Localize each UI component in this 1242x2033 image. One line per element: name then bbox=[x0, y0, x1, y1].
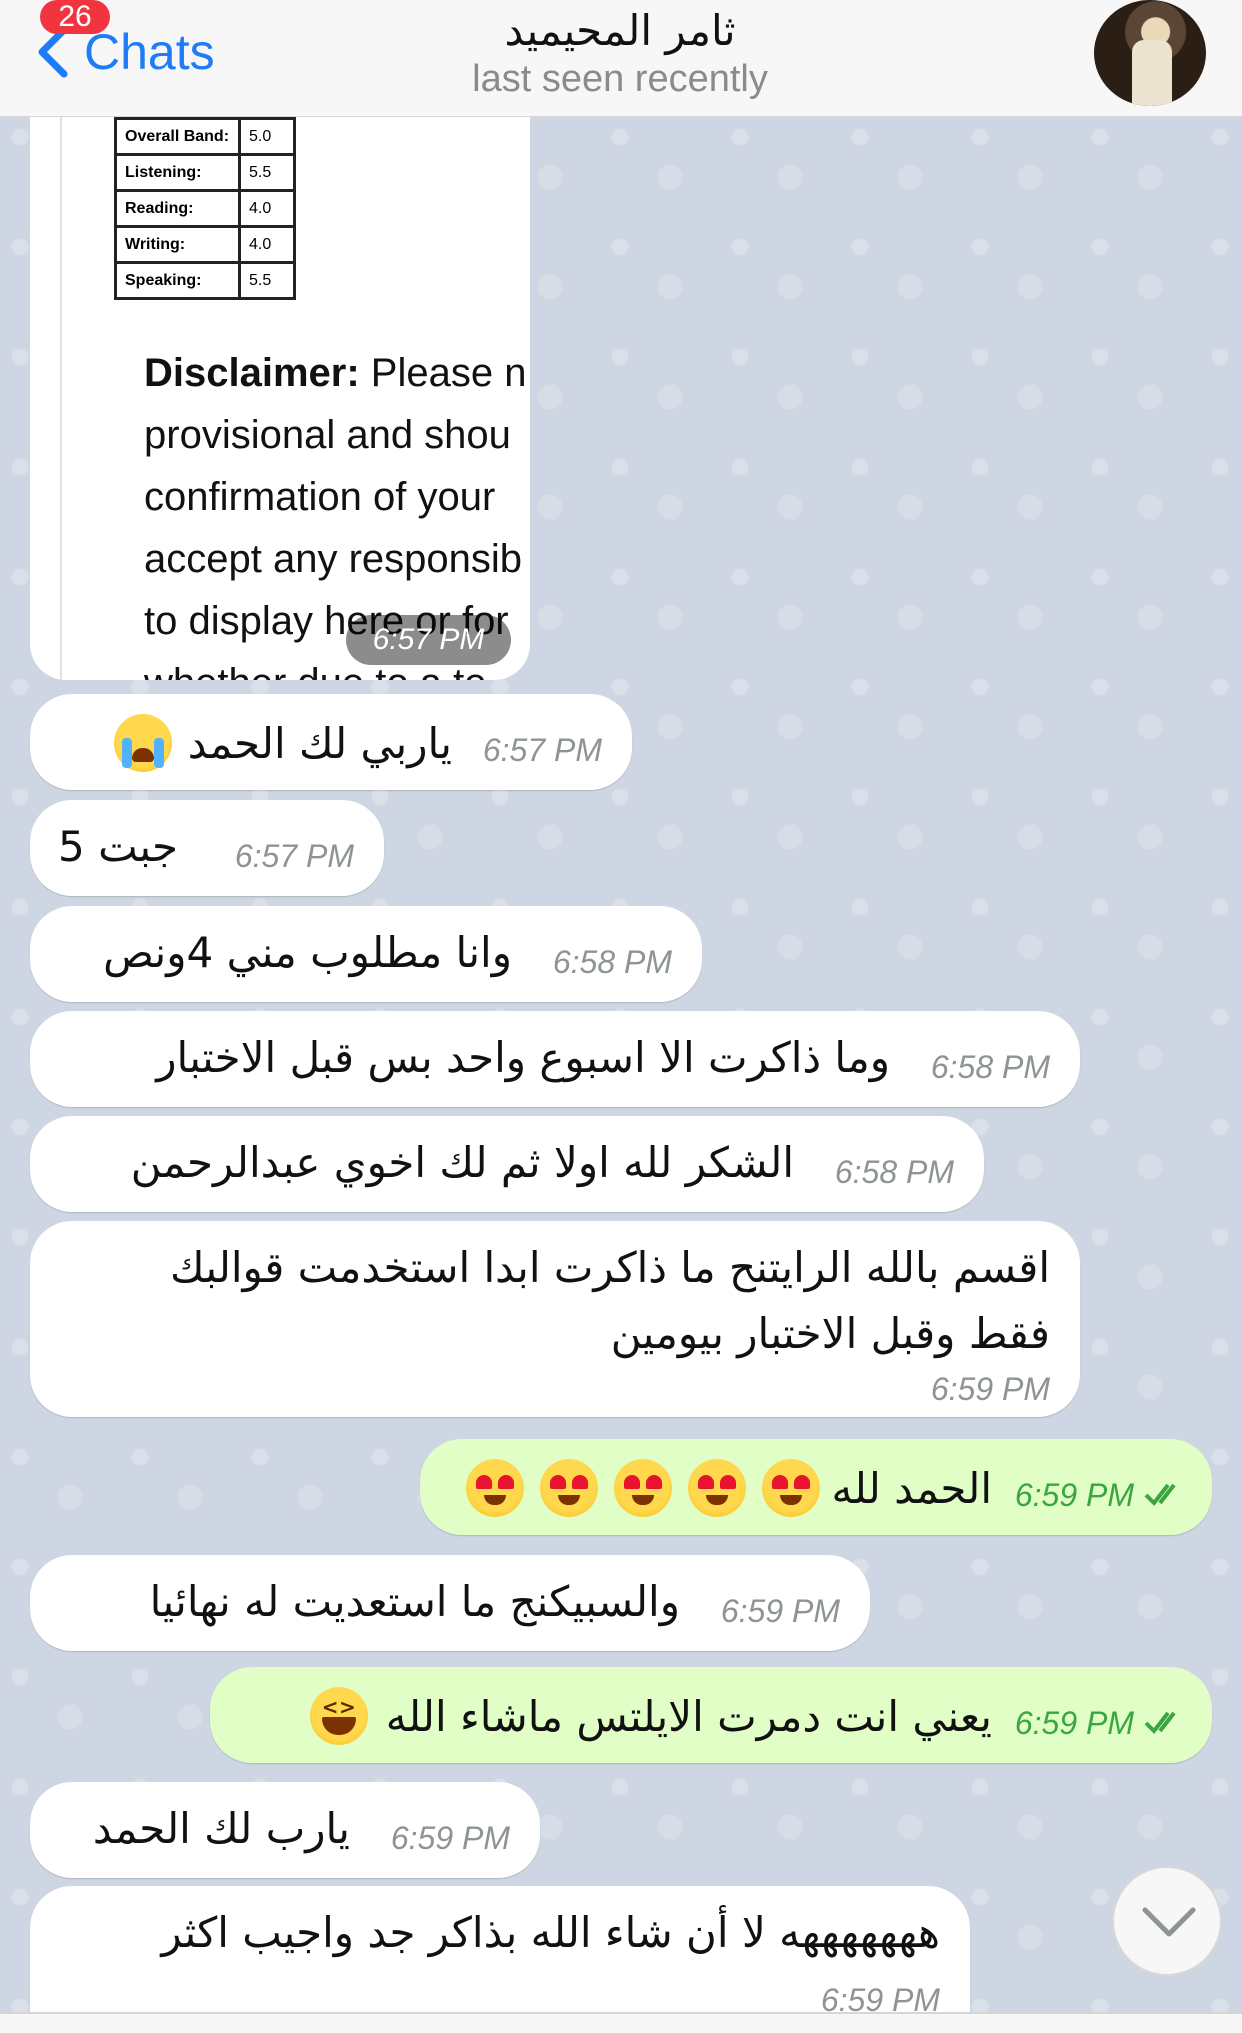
input-bar bbox=[0, 2012, 1242, 2033]
message-bubble[interactable]: وما ذاكرت الا اسبوع واحد بس قبل الاختبار… bbox=[30, 1011, 1080, 1107]
message-bubble-outgoing[interactable]: يعني انت دمرت الايلتس ماشاء الله 6:59 PM bbox=[210, 1667, 1212, 1763]
message-time: 6:58 PM bbox=[552, 944, 672, 980]
image-message[interactable]: Overall Band: 5.0 Listening: 5.5 Reading: 4… bbox=[30, 117, 530, 680]
message-time: 6:59 PM bbox=[930, 1371, 1050, 1407]
message-text: يارب لك الحمد bbox=[92, 1804, 350, 1853]
message-bubble[interactable]: ياربي لك الحمد 6:57 PM bbox=[30, 694, 632, 790]
message-time: 6:59 PM bbox=[720, 1593, 840, 1629]
table-row: Reading: 4.0 bbox=[114, 189, 296, 228]
table-row: Writing: 4.0 bbox=[114, 225, 296, 264]
message-bubble[interactable]: اقسم بالله الرايتنح ما ذاكرت ابدا استخدم… bbox=[30, 1221, 1080, 1417]
back-label: Chats bbox=[84, 24, 215, 80]
message-bubble[interactable]: والسبيكنج ما استعديت له نهائيا 6:59 PM bbox=[30, 1555, 870, 1651]
heart-eyes-emoji-icon bbox=[465, 1459, 524, 1517]
message-time: 6:59 PM bbox=[1014, 1705, 1134, 1741]
heart-eyes-emoji-icon bbox=[687, 1459, 746, 1517]
message-bubble[interactable]: هههههههه لا أن شاء الله بذاكر جد واجيب ا… bbox=[30, 1886, 970, 2032]
double-check-icon bbox=[1144, 1711, 1176, 1735]
message-time: 6:59 PM bbox=[1014, 1477, 1134, 1513]
table-row: Overall Band: 5.0 bbox=[114, 117, 296, 156]
heart-eyes-emoji-icon bbox=[613, 1459, 672, 1517]
message-bubble[interactable]: جبت 5 6:57 PM bbox=[30, 800, 384, 896]
message-time: 6:57 PM bbox=[234, 838, 354, 874]
double-check-icon bbox=[1144, 1483, 1176, 1507]
message-time: 6:58 PM bbox=[930, 1049, 1050, 1085]
message-text: اقسم بالله الرايتنح ما ذاكرت ابدا استخدم… bbox=[170, 1243, 1050, 1292]
crying-emoji-icon bbox=[113, 714, 172, 772]
message-text: والسبيكنج ما استعديت له نهائيا bbox=[149, 1577, 680, 1626]
scroll-to-bottom-button[interactable] bbox=[1112, 1866, 1222, 1976]
heart-eyes-emoji-icon bbox=[539, 1459, 598, 1517]
message-text: وما ذاكرت الا اسبوع واحد بس قبل الاختبار bbox=[156, 1033, 890, 1082]
message-bubble[interactable]: الشكر لله اولا ثم لك اخوي عبدالرحمن 6:58… bbox=[30, 1116, 984, 1212]
message-text: هههههههه لا أن شاء الله بذاكر جد واجيب ا… bbox=[161, 1908, 940, 1957]
message-bubble[interactable]: يارب لك الحمد 6:59 PM bbox=[30, 1782, 540, 1878]
laughing-emoji-icon bbox=[309, 1687, 368, 1745]
message-time: 6:58 PM bbox=[834, 1154, 954, 1190]
message-text: فقط وقبل الاختبار بيومين bbox=[610, 1309, 1050, 1358]
heart-eyes-emoji-icon bbox=[761, 1459, 820, 1517]
unread-badge: 26 bbox=[40, 0, 110, 34]
message-text: جبت 5 bbox=[58, 822, 178, 871]
chevron-down-icon bbox=[1142, 1907, 1196, 1937]
message-text: يعني انت دمرت الايلتس ماشاء الله bbox=[306, 1687, 992, 1745]
message-bubble-outgoing[interactable]: الحمد لله 6:59 PM bbox=[420, 1439, 1212, 1535]
avatar[interactable] bbox=[1094, 0, 1206, 106]
chat-title[interactable]: ثامر المحيميد bbox=[300, 6, 940, 55]
message-time: 6:59 PM bbox=[390, 1820, 510, 1856]
message-time: 6:57 PM bbox=[346, 615, 511, 665]
table-row: Speaking: 5.5 bbox=[114, 261, 296, 300]
chat-status: last seen recently bbox=[472, 58, 768, 100]
message-text: الحمد لله bbox=[462, 1459, 992, 1517]
message-text: الشكر لله اولا ثم لك اخوي عبدالرحمن bbox=[130, 1138, 794, 1187]
navigation-bar: Chats 26 ثامر المحيميد last seen recentl… bbox=[0, 0, 1242, 118]
message-text: وانا مطلوب مني 4ونص bbox=[103, 928, 512, 977]
message-time: 6:57 PM bbox=[482, 732, 602, 768]
message-text: ياربي لك الحمد bbox=[110, 714, 452, 772]
table-row: Listening: 5.5 bbox=[114, 153, 296, 192]
message-bubble[interactable]: وانا مطلوب مني 4ونص 6:58 PM bbox=[30, 906, 702, 1002]
score-table: Overall Band: 5.0 Listening: 5.5 Reading: 4… bbox=[114, 117, 296, 300]
image-content: Overall Band: 5.0 Listening: 5.5 Reading: 4… bbox=[60, 117, 530, 680]
